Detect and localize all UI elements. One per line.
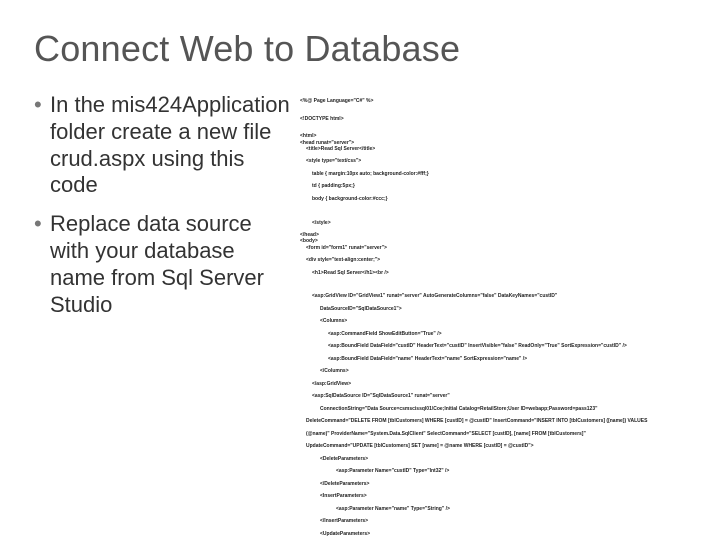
- code-line: <html>: [300, 133, 316, 139]
- code-line: <title>Read Sql Server</title>: [300, 146, 686, 152]
- code-line: <InsertParameters>: [300, 493, 686, 499]
- content-columns: In the mis424Application folder create a…: [34, 92, 686, 540]
- code-line: </DeleteParameters>: [300, 481, 686, 487]
- code-line: DeleteCommand="DELETE FROM [tblCustomers…: [300, 418, 686, 424]
- code-line: </head>: [300, 232, 319, 238]
- slide: Connect Web to Database In the mis424App…: [0, 0, 720, 540]
- code-line: <body>: [300, 238, 318, 244]
- code-line: <asp:GridView ID="GridView1" runat="serv…: [300, 293, 686, 299]
- code-line: body { background-color:#ccc;}: [300, 196, 686, 202]
- code-line: <form id="form1" runat="server">: [300, 245, 686, 251]
- code-line: </asp:GridView>: [300, 381, 686, 387]
- right-column: <%@ Page Language="C#" %> <!DOCTYPE html…: [294, 92, 686, 540]
- code-line: <div style="text-align:center;">: [300, 257, 686, 263]
- code-line: <asp:Parameter Name="name" Type="String"…: [300, 506, 686, 512]
- code-line: DataSourceID="SqlDataSource1">: [300, 306, 686, 312]
- code-line: td { padding:5px;}: [300, 183, 686, 189]
- bullet-item: Replace data source with your database n…: [34, 211, 294, 318]
- code-line: <asp:BoundField DataField="name" HeaderT…: [300, 356, 686, 362]
- code-line: ConnectionString="Data Source=csmscissql…: [300, 406, 686, 412]
- code-line: (@name)" ProviderName="System.Data.SqlCl…: [300, 431, 686, 437]
- code-line: <asp:BoundField DataField="custID" Heade…: [300, 343, 686, 349]
- code-line: </style>: [300, 220, 686, 226]
- slide-title: Connect Web to Database: [34, 28, 686, 70]
- code-line: <!DOCTYPE html>: [300, 116, 344, 122]
- code-line: </Columns>: [300, 368, 686, 374]
- code-line: <asp:CommandField ShowEditButton="True" …: [300, 331, 686, 337]
- code-line: <h1>Read Sql Server</h1><br />: [300, 270, 686, 276]
- code-block: <%@ Page Language="C#" %> <!DOCTYPE html…: [300, 92, 686, 540]
- code-line: table { margin:10px auto; background-col…: [300, 171, 686, 177]
- bullet-list: In the mis424Application folder create a…: [34, 92, 294, 319]
- code-line: <asp:Parameter Name="custID" Type="Int32…: [300, 468, 686, 474]
- code-line: <DeleteParameters>: [300, 456, 686, 462]
- code-line: <head runat="server">: [300, 140, 354, 146]
- code-line: </InsertParameters>: [300, 518, 686, 524]
- code-line: <style type="text/css">: [300, 158, 686, 164]
- left-column: In the mis424Application folder create a…: [34, 92, 294, 331]
- code-line: <Columns>: [300, 318, 686, 324]
- code-line: <UpdateParameters>: [300, 531, 686, 537]
- bullet-item: In the mis424Application folder create a…: [34, 92, 294, 199]
- code-line: <asp:SqlDataSource ID="SqlDataSource1" r…: [300, 393, 686, 399]
- code-line: <%@ Page Language="C#" %>: [300, 98, 373, 104]
- code-line: UpdateCommand="UPDATE [tblCustomers] SET…: [300, 443, 686, 449]
